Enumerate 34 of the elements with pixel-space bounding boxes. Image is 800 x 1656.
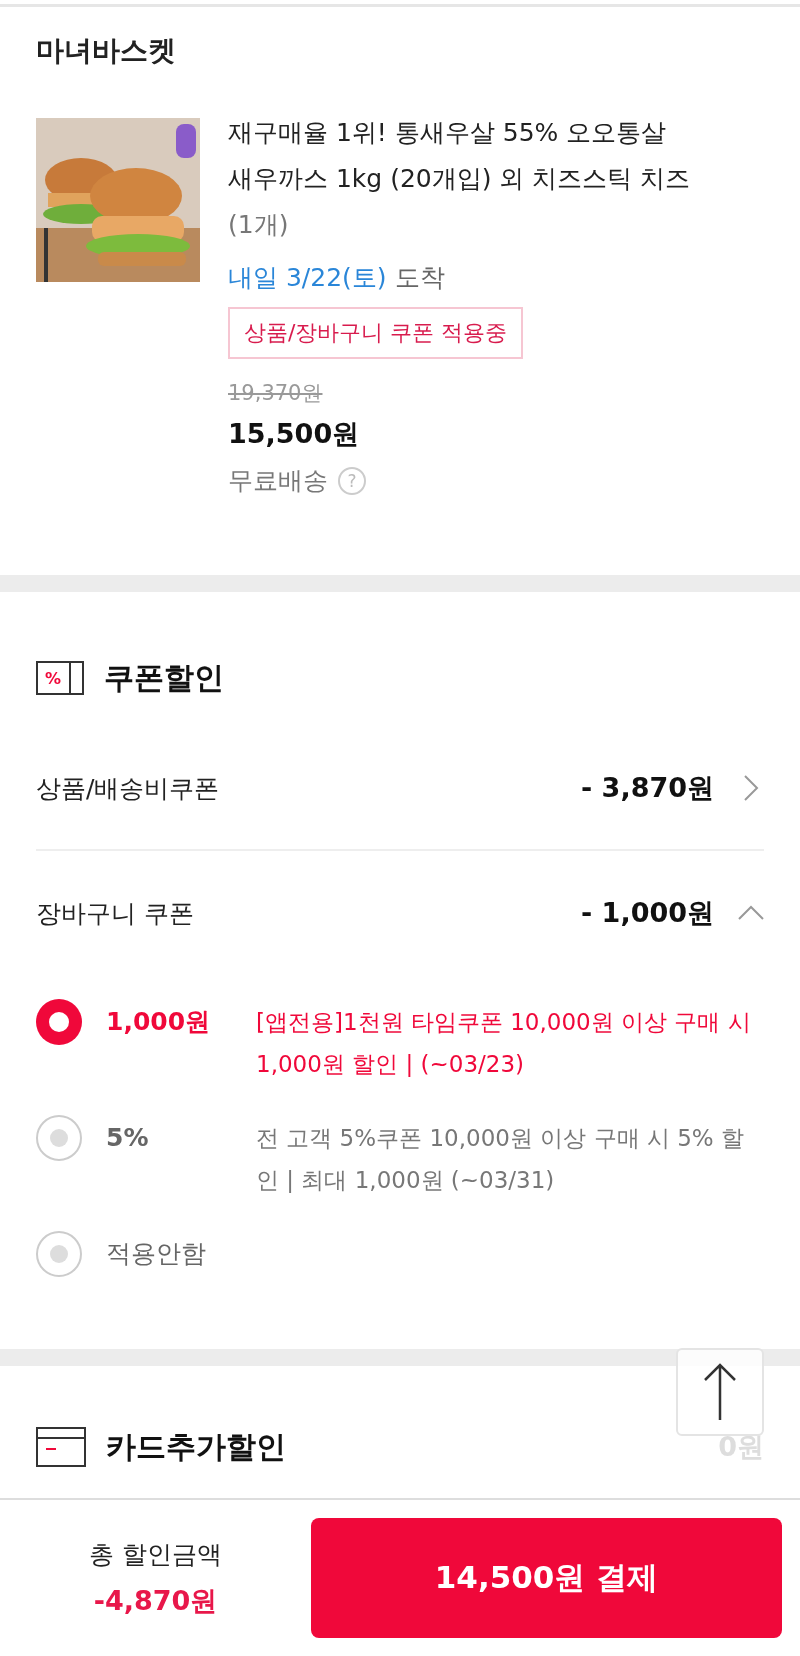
coupon-row[interactable]: 상품/배송비쿠폰 - 3,870원 <box>36 727 764 851</box>
pay-button[interactable]: 14,500원 결제 <box>311 1518 782 1638</box>
coupon-applied-tag: 상품/장바구니 쿠폰 적용중 <box>228 307 524 359</box>
scroll-top-button[interactable] <box>676 1348 764 1436</box>
section-title: 쿠폰할인 <box>104 658 224 697</box>
total-discount-label: 총 할인금액 <box>89 1538 222 1571</box>
section-title: 카드추가할인 <box>106 1427 286 1466</box>
coupon-icon: % <box>36 661 84 695</box>
radio-button[interactable] <box>36 1115 82 1161</box>
coupon-amount: - 3,870원 <box>581 771 714 805</box>
original-price: 19,370원 <box>228 380 323 407</box>
option-description: 전 고객 5%쿠폰 10,000원 이상 구매 시 5% 할인 | 최대 1,000원 (~03/31) <box>256 1124 745 1195</box>
store-name: 마녀바스켓 <box>36 33 177 69</box>
delivery-label: 도착 <box>394 262 445 294</box>
sale-price: 15,500원 <box>228 417 360 451</box>
coupon-label: 장바구니 쿠폰 <box>36 897 195 930</box>
radio-button[interactable] <box>36 999 82 1045</box>
chevron-right-icon[interactable] <box>743 775 759 801</box>
product-quantity: (1개) <box>228 209 289 241</box>
card-icon <box>36 1427 86 1467</box>
total-discount-amount: -4,870원 <box>93 1583 218 1618</box>
arrow-up-icon <box>703 1363 737 1421</box>
coupon-label: 상품/배송비쿠폰 <box>36 772 221 805</box>
option-description: [앱전용]1천원 타임쿠폰 10,000원 이상 구매 시 1,000원 할인 | (~03/23) <box>256 1008 752 1079</box>
option-label: 1,000원 <box>106 1006 212 1038</box>
radio-button[interactable] <box>36 1231 82 1277</box>
option-label: 5% <box>106 1122 150 1154</box>
delivery-date: 내일 3/22(토) <box>228 262 387 294</box>
product-title[interactable]: 재구매율 1위! 통새우살 55% 오오통살 새우까스 1kg (20개입) 외 치즈스틱 치즈 <box>228 110 748 202</box>
chevron-up-icon[interactable] <box>738 905 764 921</box>
coupon-amount: - 1,000원 <box>581 896 714 930</box>
option-label: 적용안함 <box>106 1238 207 1270</box>
coupon-row[interactable]: 장바구니 쿠폰 - 1,000원 <box>36 851 764 975</box>
shipping-label: 무료배송 <box>228 465 328 497</box>
